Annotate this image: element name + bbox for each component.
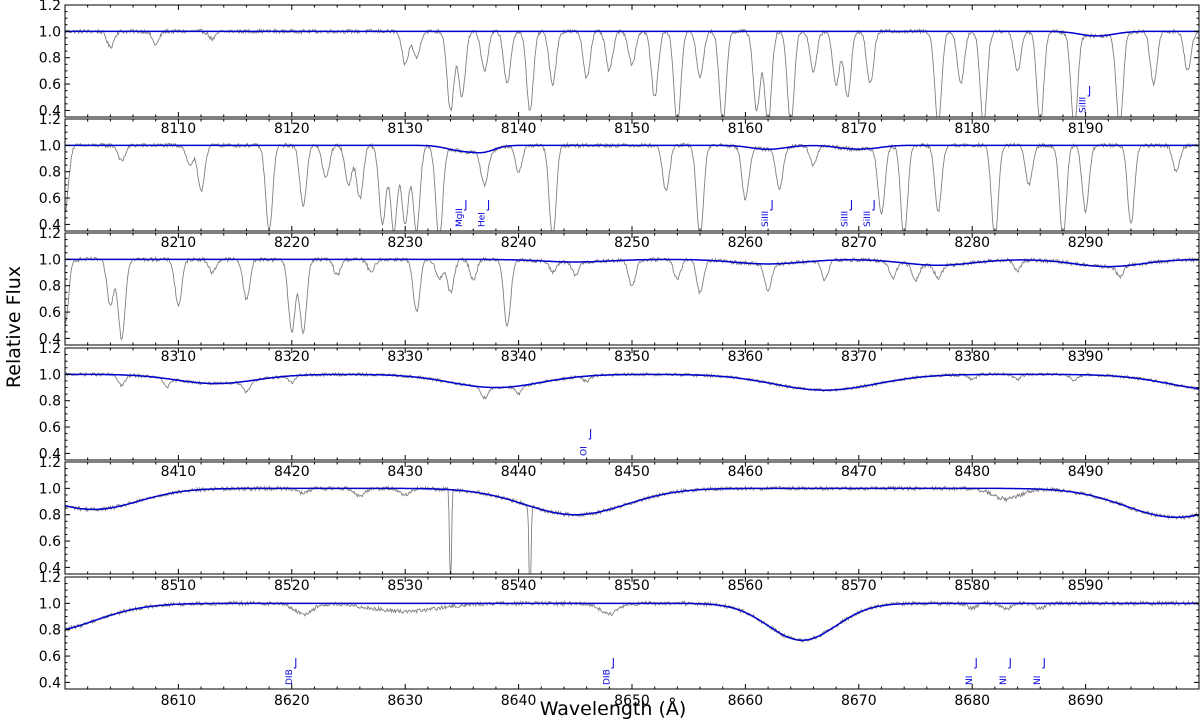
observed-spectrum-line <box>65 371 1199 400</box>
annotation-label: SiIII <box>840 211 850 227</box>
y-tick-label: 0.8 <box>39 165 61 181</box>
y-tick-label: 0.6 <box>39 77 61 93</box>
y-tick-label: 0.6 <box>39 534 61 550</box>
y-axis-label: Relative Flux <box>3 266 25 388</box>
annotation-label: NI <box>965 676 975 685</box>
y-tick-label: 1.2 <box>39 455 61 471</box>
annotation-label: SiIII <box>761 211 771 227</box>
line-annotation: NI <box>999 658 1011 685</box>
observed-spectrum-line <box>65 599 1199 643</box>
model-spectrum-line <box>65 30 1199 37</box>
y-tick-label: 1.2 <box>39 570 61 586</box>
model-spectrum-line <box>65 373 1199 391</box>
spectrum-lines <box>65 599 1199 643</box>
y-tick-label: 0.6 <box>39 191 61 207</box>
x-axis-label: Wavelength (Å) <box>540 697 687 720</box>
observed-spectrum-line <box>65 141 1199 231</box>
spectrum-lines <box>65 255 1199 341</box>
annotation-label: SiIII <box>1079 97 1089 113</box>
y-tick-label: 0.8 <box>39 279 61 295</box>
line-annotation: OI <box>580 429 592 456</box>
line-annotation: DIB <box>602 658 614 685</box>
panels-group: 8110 8120 8130 8140 8150 8160 8170 8180 81900.40… <box>39 0 1200 709</box>
y-tick-label: 0.8 <box>39 508 61 524</box>
y-tick-label: 0.6 <box>39 420 61 436</box>
y-tick-label: 0.4 <box>39 675 61 691</box>
y-tick-label: 1.0 <box>39 252 61 268</box>
line-annotation: DIB <box>285 658 297 685</box>
annotation-label: MgII <box>455 208 465 227</box>
spectrum-lines <box>65 371 1199 400</box>
line-annotation: MgII <box>455 200 467 227</box>
y-tick-label: 1.0 <box>39 367 61 383</box>
x-tick-label: 8670 <box>841 693 877 709</box>
annotation-label: DIB <box>602 669 612 685</box>
y-tick-label: 1.0 <box>39 24 61 40</box>
spectrum-panel-1: 8110 8120 8130 8140 8150 8160 8170 8180 81900.40… <box>39 0 1200 137</box>
line-annotation: SiIII <box>863 200 875 227</box>
x-tick-label: 8630 <box>387 693 423 709</box>
y-tick-label: 0.8 <box>39 51 61 67</box>
x-tick-label: 8690 <box>1068 693 1104 709</box>
line-annotation: NI <box>965 658 977 685</box>
spectrum-figure: 8110 8120 8130 8140 8150 8160 8170 8180 8190 0.4 0… <box>0 0 1200 723</box>
y-tick-label: 1.2 <box>39 226 61 242</box>
y-tick-label: 0.8 <box>39 394 61 410</box>
spectrum-lines <box>65 141 1199 231</box>
y-tick-label: 0.8 <box>39 623 61 639</box>
x-tick-label: 8610 <box>161 693 197 709</box>
annotation-label: DIB <box>285 669 295 685</box>
model-spectrum-line <box>65 602 1199 641</box>
line-annotation: NI <box>1033 658 1045 685</box>
line-annotation: HeI <box>478 200 490 227</box>
annotation-label: OI <box>580 446 590 456</box>
x-tick-label: 8640 <box>501 693 537 709</box>
model-spectrum-line <box>65 144 1199 154</box>
line-annotation: SiIII <box>1079 86 1091 113</box>
line-annotation: SiIII <box>761 200 773 227</box>
y-tick-label: 1.0 <box>39 481 61 497</box>
annotation-label: NI <box>999 676 1009 685</box>
model-spectrum-line <box>65 258 1199 268</box>
line-annotation: SiIII <box>840 200 852 227</box>
x-tick-label: 8680 <box>954 693 990 709</box>
y-tick-label: 1.2 <box>39 341 61 357</box>
observed-spectrum-line <box>65 255 1199 341</box>
annotation-label: SiIII <box>863 211 873 227</box>
y-tick-label: 1.2 <box>39 112 61 128</box>
y-tick-label: 1.0 <box>39 596 61 612</box>
spectrum-chart: 8110 8120 8130 8140 8150 8160 8170 8180 81900.40… <box>3 0 1200 720</box>
y-tick-label: 0.6 <box>39 649 61 665</box>
y-tick-label: 1.2 <box>39 0 61 14</box>
y-tick-label: 0.6 <box>39 305 61 321</box>
y-tick-label: 1.0 <box>39 138 61 154</box>
annotation-label: HeI <box>478 212 488 227</box>
panel-frame <box>64 4 1200 118</box>
x-tick-label: 8660 <box>728 693 764 709</box>
x-tick-label: 8620 <box>274 693 310 709</box>
annotation-label: NI <box>1033 676 1043 685</box>
